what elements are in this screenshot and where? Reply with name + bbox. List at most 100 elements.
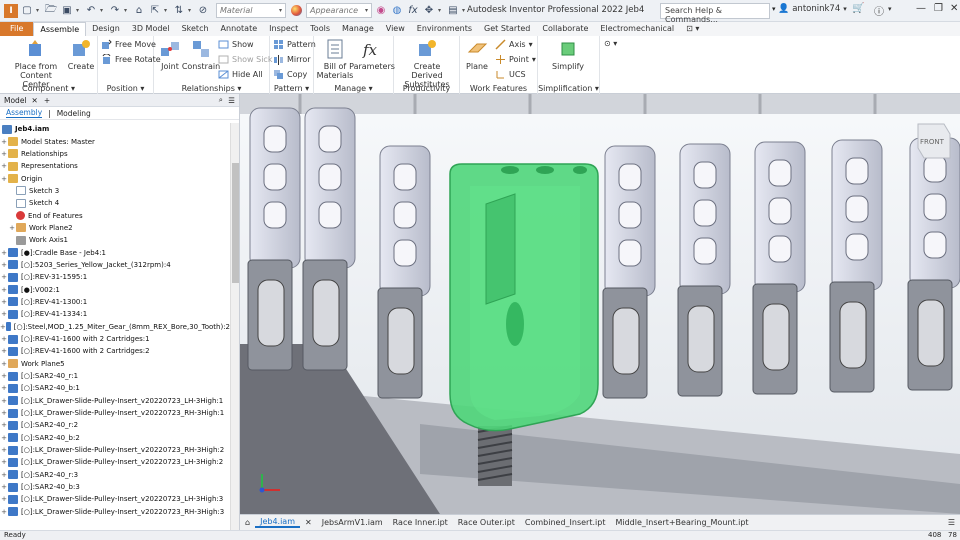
restore-icon[interactable]: ❐: [934, 3, 943, 14]
undo-dropdown-icon[interactable]: ▾: [100, 7, 106, 14]
tree-item[interactable]: + [○]:LK_Drawer-Slide-Pulley-Insert_v2022…: [0, 456, 230, 468]
tab-inspect[interactable]: Inspect: [263, 22, 304, 36]
home-icon[interactable]: ⌂: [240, 518, 255, 527]
copy-button[interactable]: Copy: [273, 69, 307, 80]
expand-icon[interactable]: +: [0, 495, 8, 503]
scrollbar-thumb[interactable]: [232, 163, 239, 283]
view-cube[interactable]: FRONT: [917, 123, 951, 159]
save-icon[interactable]: ▣: [60, 4, 74, 18]
doc-tab-middle-insert[interactable]: Middle_Insert+Bearing_Mount.ipt: [610, 518, 753, 527]
expand-icon[interactable]: +: [8, 224, 16, 232]
tree-item[interactable]: + [○]:REV-31-1595:1: [0, 271, 230, 283]
save-dropdown-icon[interactable]: ▾: [76, 7, 82, 14]
parameters-button[interactable]: fx Parameters: [349, 38, 395, 71]
more-tools-button[interactable]: ⊙ ▾: [604, 39, 617, 48]
expand-icon[interactable]: +: [0, 471, 8, 479]
expand-icon[interactable]: +: [0, 397, 8, 405]
expand-icon[interactable]: +: [0, 421, 8, 429]
open-folder-icon[interactable]: 🗁: [44, 4, 58, 18]
doc-tab-jebsarm[interactable]: JebsArmV1.iam: [317, 518, 388, 527]
expand-icon[interactable]: +: [0, 409, 8, 417]
tab-collaborate[interactable]: Collaborate: [536, 22, 594, 36]
tree-item[interactable]: + Work Plane5: [0, 358, 230, 370]
tree-item[interactable]: + [○]:SAR2-40_r:1: [0, 370, 230, 382]
expand-icon[interactable]: +: [0, 286, 8, 294]
tree-item[interactable]: + [○]:LK_Drawer-Slide-Pulley-Insert_v2022…: [0, 493, 230, 505]
doc-tabs-menu-icon[interactable]: ☰: [943, 518, 960, 527]
tree-item[interactable]: + [●]:V002:1: [0, 283, 230, 295]
expand-icon[interactable]: +: [0, 310, 8, 318]
tree-item[interactable]: + Work Plane2: [0, 222, 230, 234]
browser-add-icon[interactable]: +: [44, 96, 50, 105]
search-dropdown-icon[interactable]: ▾: [772, 5, 776, 13]
help-dropdown-icon[interactable]: ▾: [888, 5, 892, 13]
expand-icon[interactable]: +: [0, 446, 8, 454]
tree-item[interactable]: + [○]:SAR2-40_r:2: [0, 419, 230, 431]
tab-assemble[interactable]: Assemble: [33, 22, 87, 36]
group-simplification-label[interactable]: Simplification ▾: [538, 84, 599, 93]
doc-tab-race-outer[interactable]: Race Outer.ipt: [453, 518, 520, 527]
browser-close-icon[interactable]: ✕: [32, 96, 38, 105]
ucs-button[interactable]: UCS: [495, 69, 526, 80]
tab-get-started[interactable]: Get Started: [478, 22, 536, 36]
point-button[interactable]: Point ▾: [495, 54, 536, 65]
group-manage-label[interactable]: Manage ▾: [314, 84, 393, 93]
doc-tab-jeb4[interactable]: Jeb4.iam: [255, 517, 300, 528]
tree-item[interactable]: + [○]:SAR2-40_r:3: [0, 469, 230, 481]
doc-tab-combined-insert[interactable]: Combined_Insert.ipt: [520, 518, 611, 527]
constrain-button[interactable]: Constrain: [182, 38, 220, 71]
mirror-button[interactable]: Mirror: [273, 54, 311, 65]
expand-icon[interactable]: +: [0, 360, 8, 368]
free-rotate-button[interactable]: Free Rotate: [101, 54, 161, 65]
tree-item[interactable]: + [○]:REV-41-1600 with 2 Cartridges:1: [0, 333, 230, 345]
show-sick-button[interactable]: Show Sick: [218, 54, 272, 65]
material-combo[interactable]: Material ▾: [216, 3, 286, 18]
undo-icon[interactable]: ↶: [84, 4, 98, 18]
browser-search-icon[interactable]: ⌕: [219, 95, 223, 105]
tab-environments[interactable]: Environments: [411, 22, 478, 36]
expand-icon[interactable]: +: [0, 335, 8, 343]
object-visibility-icon[interactable]: ⊘: [196, 4, 210, 18]
plane-button[interactable]: Plane: [464, 38, 490, 71]
update-icon[interactable]: ⇅: [172, 4, 186, 18]
fx-parameters-icon[interactable]: fx: [406, 4, 420, 18]
tree-item[interactable]: Sketch 4: [0, 197, 230, 209]
tree-root[interactable]: Jeb4.iam: [0, 123, 230, 135]
adjust-appearance-icon[interactable]: ◉: [374, 4, 388, 18]
update-dropdown-icon[interactable]: ▾: [188, 7, 194, 14]
tree-item[interactable]: + [○]:REV-41-1300:1: [0, 296, 230, 308]
tab-annotate[interactable]: Annotate: [215, 22, 264, 36]
expand-icon[interactable]: +: [0, 384, 8, 392]
expand-icon[interactable]: +: [0, 323, 6, 331]
view-cube-label[interactable]: FRONT: [920, 138, 945, 146]
redo-icon[interactable]: ↷: [108, 4, 122, 18]
doc-tab-race-inner[interactable]: Race Inner.ipt: [388, 518, 453, 527]
new-dropdown-icon[interactable]: ▾: [36, 7, 42, 14]
tree-item[interactable]: End of Features: [0, 209, 230, 221]
expand-icon[interactable]: +: [0, 483, 8, 491]
expand-icon[interactable]: +: [0, 434, 8, 442]
customize-icon[interactable]: ▤: [446, 4, 460, 18]
tab-3d-model[interactable]: 3D Model: [126, 22, 176, 36]
home-icon[interactable]: ⌂: [132, 4, 146, 18]
redo-dropdown-icon[interactable]: ▾: [124, 7, 130, 14]
expand-icon[interactable]: +: [0, 458, 8, 466]
joint-button[interactable]: Joint: [158, 38, 182, 71]
expand-icon[interactable]: +: [0, 508, 8, 516]
simplify-button[interactable]: Simplify: [548, 38, 588, 71]
pattern-button[interactable]: Pattern: [273, 39, 316, 50]
tab-sketch[interactable]: Sketch: [176, 22, 215, 36]
new-file-icon[interactable]: ▢: [20, 4, 34, 18]
free-move-button[interactable]: Free Move: [101, 39, 156, 50]
show-button[interactable]: Show: [218, 39, 254, 50]
tab-manage[interactable]: Manage: [336, 22, 380, 36]
tree-item[interactable]: + Origin: [0, 172, 230, 184]
search-input[interactable]: Search Help & Commands...: [660, 3, 770, 24]
tree-item[interactable]: + Representations: [0, 160, 230, 172]
select-cursor-icon[interactable]: ⇱: [148, 4, 162, 18]
tree-item[interactable]: + [○]:SAR2-40_b:3: [0, 481, 230, 493]
tree-item[interactable]: + [●]:Cradle Base - Jeb4:1: [0, 246, 230, 258]
tree-item[interactable]: + Relationships: [0, 148, 230, 160]
group-relationships-label[interactable]: Relationships ▾: [154, 84, 269, 93]
browser-scrollbar[interactable]: [230, 123, 239, 530]
